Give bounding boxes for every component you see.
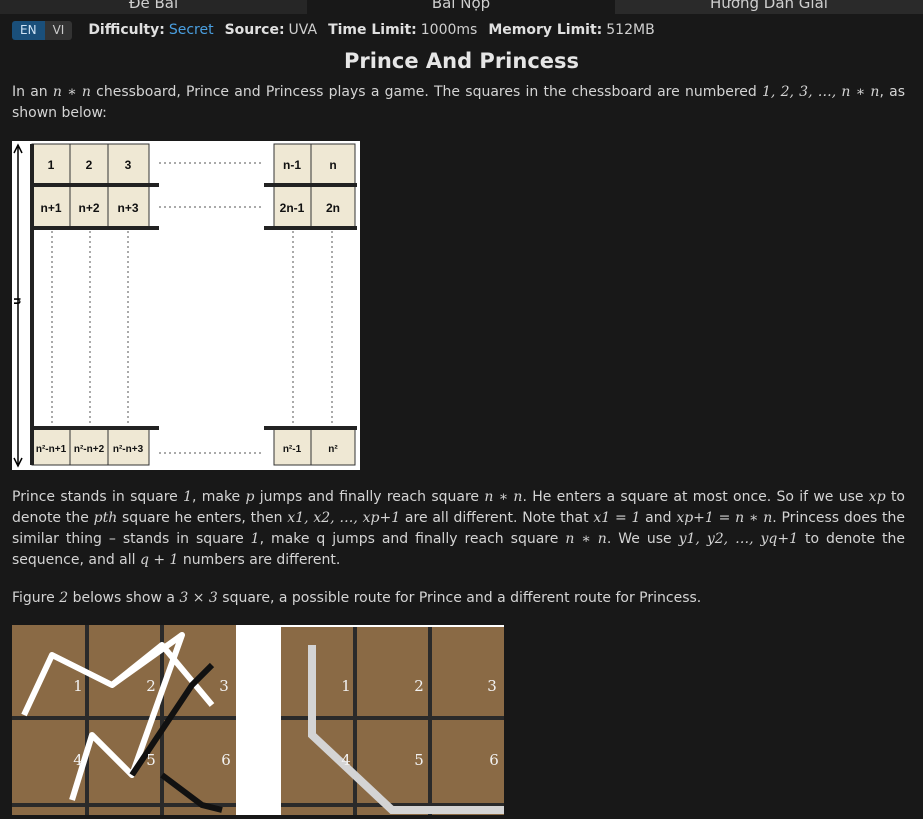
svg-text:n²-1: n²-1 <box>283 444 302 455</box>
time-limit-label: Time Limit: <box>328 22 417 38</box>
svg-text:1: 1 <box>48 158 55 172</box>
svg-text:6: 6 <box>221 751 231 769</box>
svg-text:n²-n+2: n²-n+2 <box>74 444 105 455</box>
svg-text:n²-n+3: n²-n+3 <box>113 444 144 455</box>
svg-text:n: n <box>329 158 336 172</box>
svg-text:4: 4 <box>73 751 83 769</box>
svg-text:6: 6 <box>489 751 499 769</box>
time-limit-value: 1000ms <box>420 22 478 38</box>
tab-submissions[interactable]: Bài Nộp <box>307 0 615 14</box>
memory-limit-label: Memory Limit: <box>488 22 603 38</box>
svg-text:5: 5 <box>146 751 156 769</box>
statement-paragraph-2: Prince stands in square 1, make p jumps … <box>12 489 906 568</box>
difficulty-label: Difficulty: <box>88 22 165 38</box>
figure-routes: 1 2 3 4 5 6 1 2 3 4 5 6 <box>12 625 504 815</box>
problem-title: Prince And Princess <box>343 49 580 73</box>
svg-text:2n-1: 2n-1 <box>280 201 305 215</box>
svg-text:2: 2 <box>414 677 424 695</box>
statement-paragraph-1: In an n ∗ n chessboard, Prince and Princ… <box>12 84 905 121</box>
problem-meta: EN VI Difficulty: Secret Source: UVA Tim… <box>12 20 666 40</box>
svg-text:2: 2 <box>86 158 93 172</box>
figure1-side-label: n <box>12 297 25 304</box>
svg-text:5: 5 <box>414 751 424 769</box>
svg-text:4: 4 <box>341 751 351 769</box>
tab-solution-guide-label: Hướng Dẫn Giải <box>710 0 828 12</box>
tab-problem-label: Đề Bài <box>128 0 179 12</box>
svg-text:n-1: n-1 <box>283 158 301 172</box>
svg-text:1: 1 <box>341 677 351 695</box>
memory-limit-value: 512MB <box>606 22 655 38</box>
svg-text:2n: 2n <box>326 201 340 215</box>
source-label: Source: <box>224 22 285 38</box>
tab-submissions-label: Bài Nộp <box>431 0 491 12</box>
tab-problem[interactable]: Đề Bài <box>0 0 307 14</box>
source-value: UVA <box>288 22 318 38</box>
tab-bar: Đề Bài Bài Nộp Hướng Dẫn Giải <box>0 0 923 14</box>
svg-text:1: 1 <box>73 677 83 695</box>
lang-en-button[interactable]: EN <box>12 20 45 40</box>
svg-text:n+2: n+2 <box>78 201 99 215</box>
difficulty-value: Secret <box>168 22 214 38</box>
svg-text:3: 3 <box>487 677 497 695</box>
lang-vi-button[interactable]: VI <box>44 20 73 40</box>
tab-solution-guide[interactable]: Hướng Dẫn Giải <box>615 0 923 14</box>
svg-text:2: 2 <box>146 677 156 695</box>
svg-text:n+1: n+1 <box>40 201 61 215</box>
svg-text:3: 3 <box>219 677 229 695</box>
language-switch: EN VI <box>12 20 73 40</box>
svg-text:n+3: n+3 <box>117 201 138 215</box>
statement-paragraph-3: Figure 2 belows show a 3 × 3 square, a p… <box>12 590 702 606</box>
svg-text:3: 3 <box>125 158 132 172</box>
figure-chessboard-numbering: n 1 2 3 n-1 n n+1 n+2 n+3 2n-1 2n n²-n+1 n²-n+2… <box>11 141 360 470</box>
svg-text:n²-n+1: n²-n+1 <box>36 444 67 455</box>
svg-text:n²: n² <box>328 444 338 455</box>
